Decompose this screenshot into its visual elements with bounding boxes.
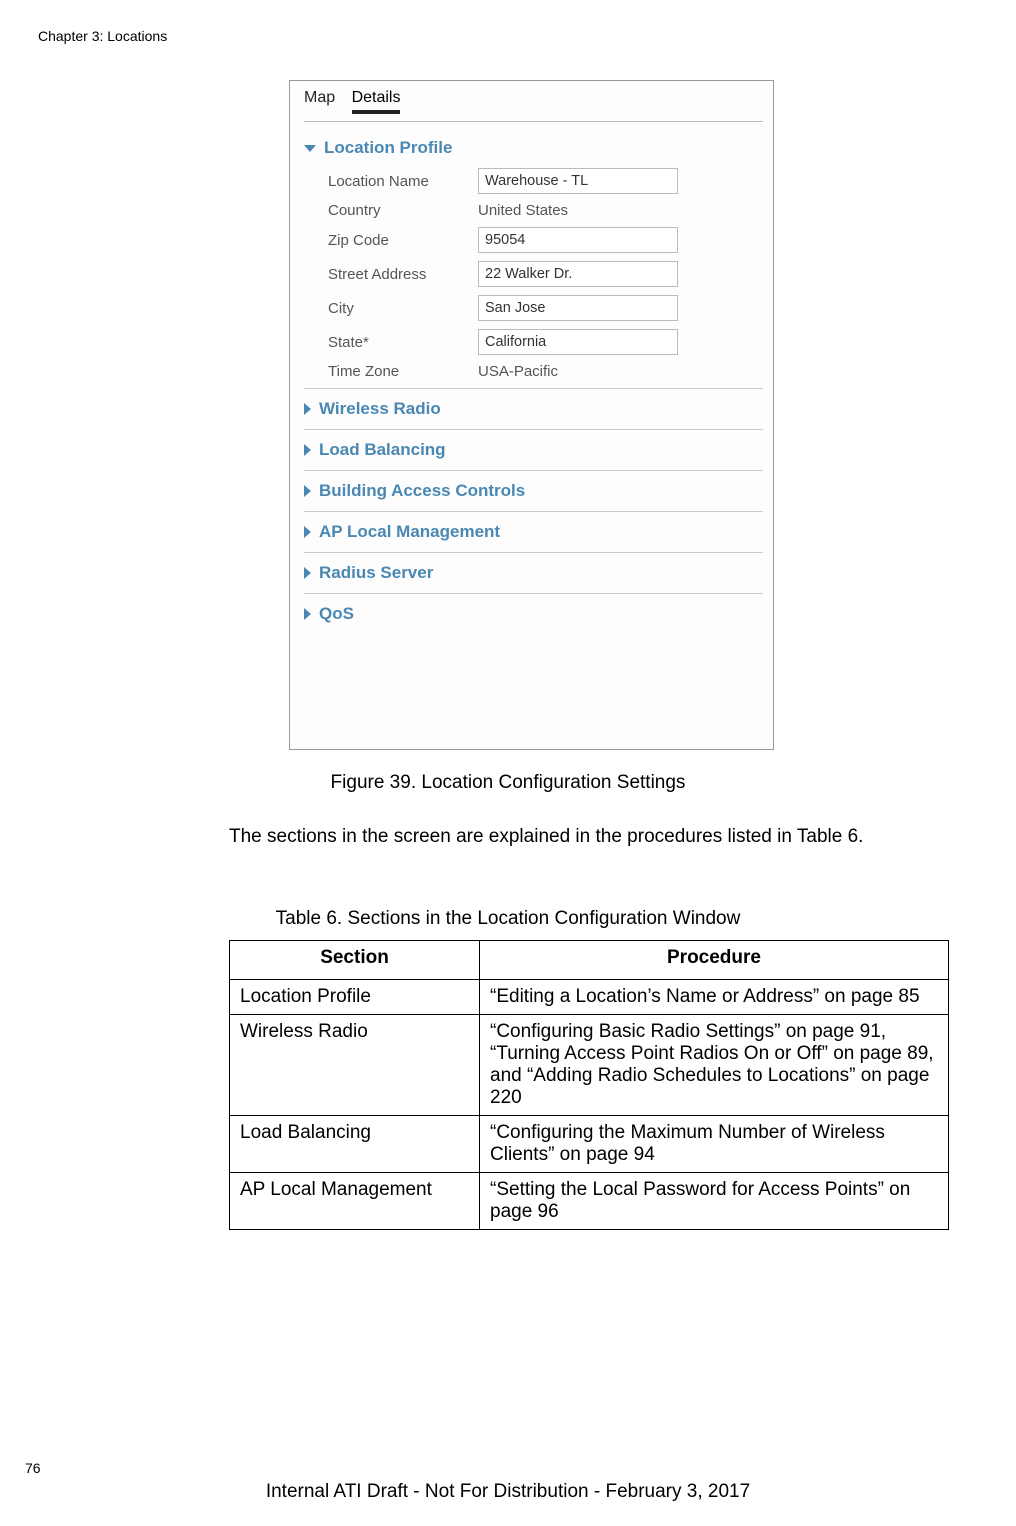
divider — [304, 593, 763, 594]
label-country: Country — [328, 202, 478, 219]
cell-procedure: “Configuring Basic Radio Settings” on pa… — [480, 1015, 949, 1116]
cell-procedure: “Editing a Location’s Name or Address” o… — [480, 980, 949, 1015]
input-state[interactable] — [478, 329, 678, 355]
tab-details[interactable]: Details — [352, 89, 401, 114]
section-title: Building Access Controls — [319, 481, 525, 501]
section-title: Load Balancing — [319, 440, 446, 460]
cell-section: AP Local Management — [230, 1173, 480, 1230]
figure-caption: Figure 39. Location Configuration Settin… — [0, 772, 1016, 794]
row-street: Street Address — [328, 261, 763, 287]
body-paragraph: The sections in the screen are explained… — [229, 824, 949, 850]
caret-down-icon — [304, 145, 316, 152]
row-country: Country United States — [328, 202, 763, 219]
caret-right-icon — [304, 526, 311, 538]
row-zip: Zip Code — [328, 227, 763, 253]
footer-text: Internal ATI Draft - Not For Distributio… — [0, 1481, 1016, 1503]
label-state: State* — [328, 334, 478, 351]
caret-right-icon — [304, 567, 311, 579]
input-location-name[interactable] — [478, 168, 678, 194]
caret-right-icon — [304, 608, 311, 620]
cell-procedure: “Setting the Local Password for Access P… — [480, 1173, 949, 1230]
table-row: Load Balancing “Configuring the Maximum … — [230, 1116, 949, 1173]
divider — [304, 552, 763, 553]
table-row: Location Profile “Editing a Location’s N… — [230, 980, 949, 1015]
value-timezone: USA-Pacific — [478, 363, 558, 380]
table-row: Wireless Radio “Configuring Basic Radio … — [230, 1015, 949, 1116]
section-title: Location Profile — [324, 138, 452, 158]
section-qos[interactable]: QoS — [304, 604, 763, 624]
label-location-name: Location Name — [328, 173, 478, 190]
caret-right-icon — [304, 403, 311, 415]
caret-right-icon — [304, 485, 311, 497]
caret-right-icon — [304, 444, 311, 456]
table-caption: Table 6. Sections in the Location Config… — [0, 908, 1016, 930]
label-zip: Zip Code — [328, 232, 478, 249]
th-procedure: Procedure — [480, 941, 949, 980]
page-number: 76 — [25, 1460, 41, 1476]
divider — [304, 511, 763, 512]
row-timezone: Time Zone USA-Pacific — [328, 363, 763, 380]
section-load-balancing[interactable]: Load Balancing — [304, 440, 763, 460]
tab-map[interactable]: Map — [304, 89, 335, 110]
th-section: Section — [230, 941, 480, 980]
row-city: City — [328, 295, 763, 321]
divider — [304, 470, 763, 471]
input-city[interactable] — [478, 295, 678, 321]
section-radius[interactable]: Radius Server — [304, 563, 763, 583]
cell-section: Location Profile — [230, 980, 480, 1015]
section-title: AP Local Management — [319, 522, 500, 542]
input-zip[interactable] — [478, 227, 678, 253]
section-ap-local[interactable]: AP Local Management — [304, 522, 763, 542]
row-location-name: Location Name — [328, 168, 763, 194]
tab-bar: Map Details — [304, 89, 763, 114]
section-building-access[interactable]: Building Access Controls — [304, 481, 763, 501]
section-location-profile[interactable]: Location Profile — [304, 138, 763, 158]
value-country: United States — [478, 202, 568, 219]
figure-screenshot: Map Details Location Profile Location Na… — [289, 80, 774, 750]
chapter-header: Chapter 3: Locations — [38, 28, 167, 44]
table-row: AP Local Management “Setting the Local P… — [230, 1173, 949, 1230]
section-title: Radius Server — [319, 563, 433, 583]
section-title: Wireless Radio — [319, 399, 441, 419]
cell-section: Wireless Radio — [230, 1015, 480, 1116]
row-state: State* — [328, 329, 763, 355]
divider — [304, 388, 763, 389]
label-city: City — [328, 300, 478, 317]
cell-procedure: “Configuring the Maximum Number of Wirel… — [480, 1116, 949, 1173]
section-title: QoS — [319, 604, 354, 624]
label-timezone: Time Zone — [328, 363, 478, 380]
sections-table: Section Procedure Location Profile “Edit… — [229, 940, 949, 1230]
cell-section: Load Balancing — [230, 1116, 480, 1173]
label-street: Street Address — [328, 266, 478, 283]
input-street[interactable] — [478, 261, 678, 287]
divider — [304, 429, 763, 430]
tab-divider — [304, 121, 763, 122]
section-wireless-radio[interactable]: Wireless Radio — [304, 399, 763, 419]
